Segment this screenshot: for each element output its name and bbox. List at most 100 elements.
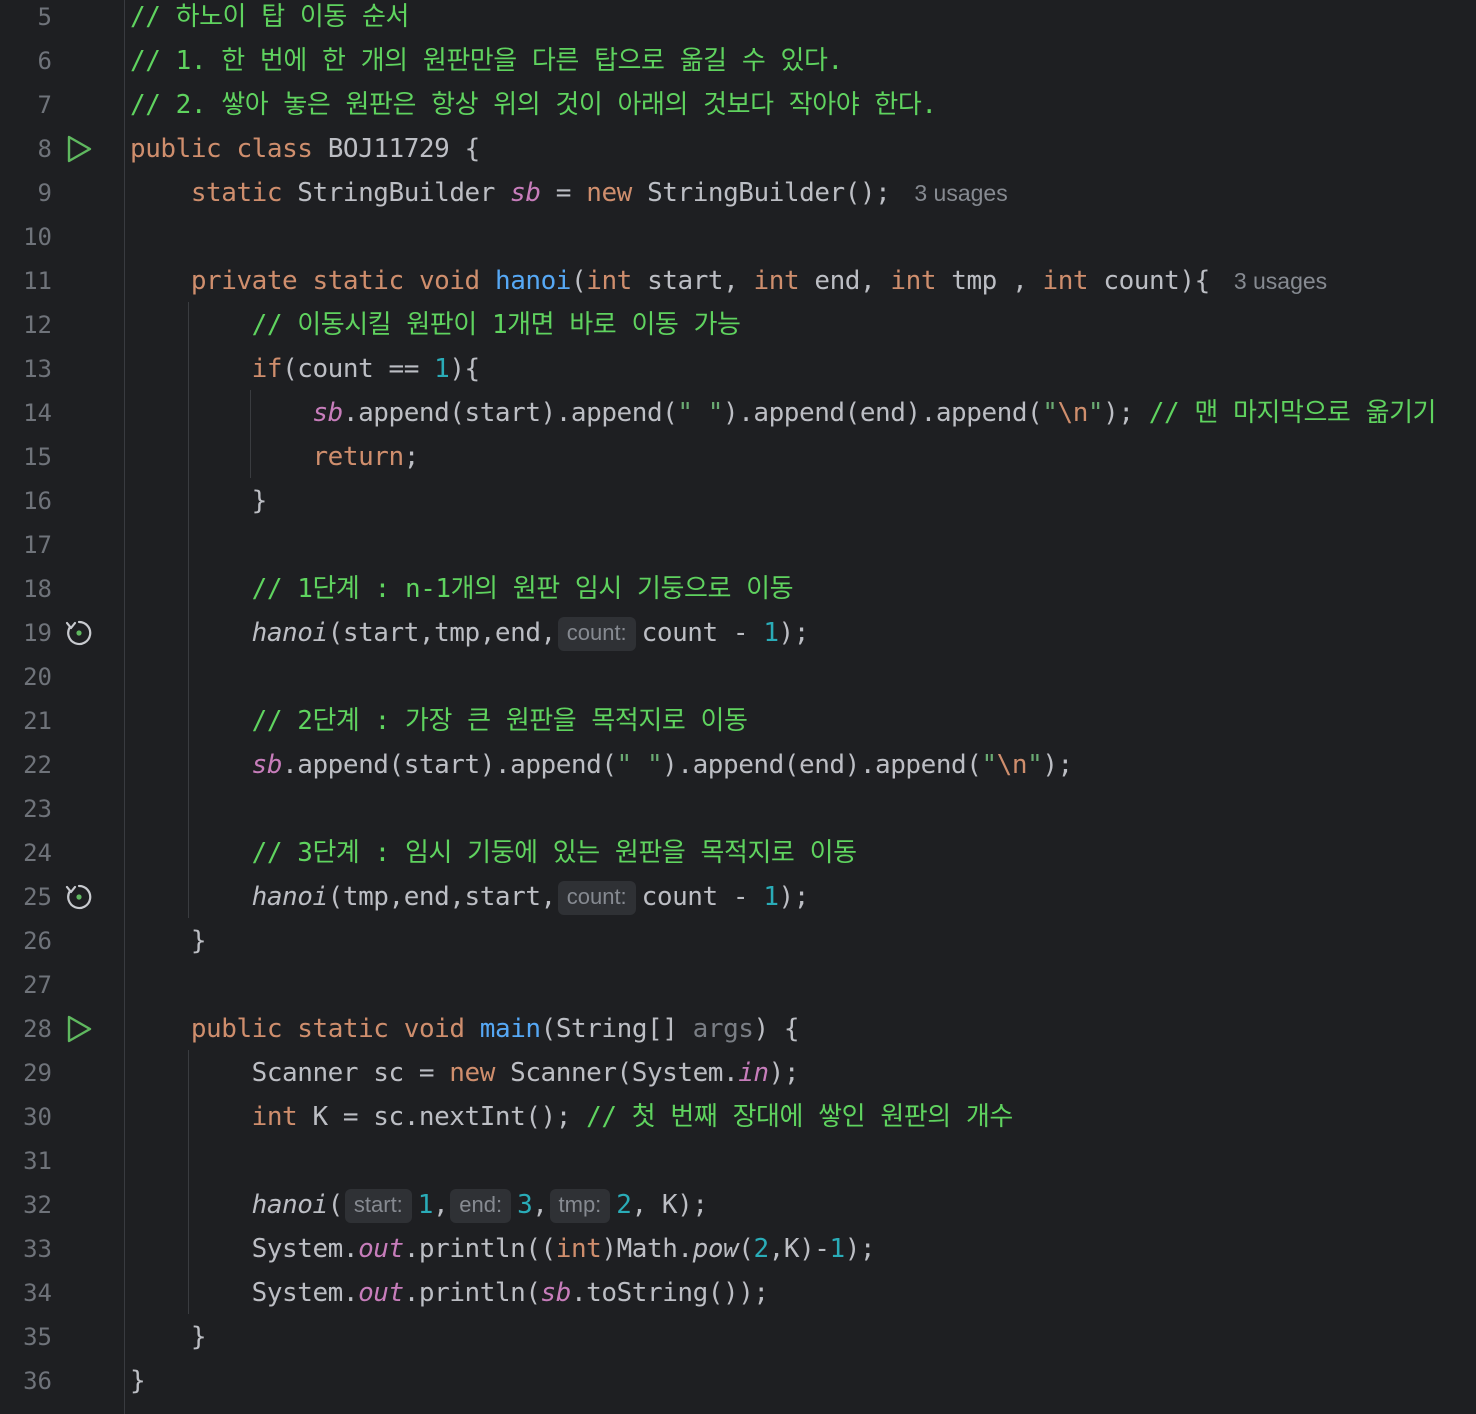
code-line-16: 16 } <box>0 479 1476 523</box>
method-chain: .append(start).append( <box>282 750 617 780</box>
parameter: args <box>692 1014 754 1044</box>
code-line-21: 21 // 2단계 : 가장 큰 원판을 목적지로 이동 <box>0 699 1476 743</box>
argument: ,K)- <box>768 1234 830 1264</box>
code-line-13: 13 if(count == 1){ <box>0 347 1476 391</box>
line-number: 25 <box>23 883 52 911</box>
parameter: count <box>1103 266 1180 296</box>
constructor-call: Scanner(System. <box>494 1058 739 1088</box>
punctuation: ); <box>768 1058 800 1088</box>
comment: // 2단계 : 가장 큰 원판을 목적지로 이동 <box>251 706 748 736</box>
line-number: 35 <box>23 1323 52 1351</box>
keyword: private <box>190 266 298 296</box>
line-number: 21 <box>23 707 52 735</box>
line-number: 27 <box>23 971 52 999</box>
string-literal: " " <box>677 398 723 428</box>
recursive-call-icon[interactable] <box>64 882 94 912</box>
usages-hint[interactable]: 3 usages <box>1234 268 1327 294</box>
comment: // 1. 한 번에 한 개의 원판만을 다른 탑으로 옮길 수 있다. <box>130 46 843 76</box>
line-number: 20 <box>23 663 52 691</box>
class-ref: System. <box>251 1234 359 1264</box>
line-number: 26 <box>23 927 52 955</box>
line-number: 34 <box>23 1279 52 1307</box>
number-literal: 1 <box>434 354 450 384</box>
usages-hint[interactable]: 3 usages <box>914 180 1007 206</box>
keyword: int <box>586 266 632 296</box>
method-chain: ).append(end).append( <box>722 398 1043 428</box>
run-icon[interactable] <box>64 134 94 164</box>
field-name: sb <box>540 1278 572 1308</box>
method-call: hanoi <box>251 1190 328 1220</box>
code-line-26: 26 } <box>0 919 1476 963</box>
line-number: 24 <box>23 839 52 867</box>
method-call: .println(( <box>403 1234 556 1264</box>
keyword: void <box>418 266 480 296</box>
line-number: 18 <box>23 575 52 603</box>
keyword: return <box>312 442 404 472</box>
method-name: main <box>479 1014 541 1044</box>
line-number: 10 <box>23 223 52 251</box>
keyword: static <box>312 266 404 296</box>
string-quote: " <box>1027 750 1043 780</box>
code-line-19: 19 hanoi(start,tmp,end, count: count - 1); <box>0 611 1476 655</box>
number-literal: 1 <box>417 1190 434 1220</box>
operator: = <box>555 178 572 208</box>
line-number: 13 <box>23 355 52 383</box>
parameter: start <box>647 266 724 296</box>
punctuation: ); <box>1103 398 1134 428</box>
comment: // 첫 번째 장대에 쌓인 원판의 개수 <box>586 1102 1013 1132</box>
punctuation: ; <box>403 442 420 472</box>
code-line-8: 8 public class BOJ11729 { <box>0 127 1476 171</box>
code-line-35: 35 } <box>0 1315 1476 1359</box>
argument: count - <box>641 618 764 648</box>
keyword: static <box>190 178 283 208</box>
line-number: 23 <box>23 795 52 823</box>
code-line-31: 31 <box>0 1139 1476 1183</box>
code-line-10: 10 <box>0 215 1476 259</box>
recursive-call-icon[interactable] <box>64 618 94 648</box>
code-line-6: 6 // 1. 한 번에 한 개의 원판만을 다른 탑으로 옮길 수 있다. <box>0 39 1476 83</box>
keyword: int <box>1042 266 1089 296</box>
parameter-hint: end: <box>450 1189 512 1223</box>
keyword: if <box>251 354 283 384</box>
escape-sequence: \n <box>996 750 1028 780</box>
method-name: hanoi <box>494 266 572 296</box>
keyword: int <box>251 1102 298 1132</box>
code-line-17: 17 <box>0 523 1476 567</box>
code-line-25: 25 hanoi(tmp,end,start, count: count - 1); <box>0 875 1476 919</box>
line-number: 28 <box>23 1015 52 1043</box>
punctuation: ); <box>778 618 810 648</box>
argument: count - <box>641 882 764 912</box>
keyword: new <box>586 178 632 208</box>
code-line-23: 23 <box>0 787 1476 831</box>
brace: } <box>130 1366 146 1396</box>
keyword: int <box>555 1234 602 1264</box>
brace: { <box>464 134 481 164</box>
parameter: tmp <box>951 266 997 296</box>
method-chain: .append(start).append( <box>342 398 678 428</box>
code-editor[interactable]: 5 // 하노이 탑 이동 순서 6 // 1. 한 번에 한 개의 원판만을 … <box>0 0 1476 1414</box>
parameter-type: (String[] <box>540 1014 693 1044</box>
brace: } <box>190 1322 207 1352</box>
brace: } <box>251 486 268 516</box>
comment: // 이동시킬 원판이 1개면 바로 이동 가능 <box>251 310 741 340</box>
code-line-30: 30 int K = sc.nextInt(); // 첫 번째 장대에 쌓인 … <box>0 1095 1476 1139</box>
keyword: public <box>130 134 222 164</box>
line-number: 9 <box>37 179 52 207</box>
punctuation: ); <box>1042 750 1073 780</box>
static-field: out <box>358 1234 404 1264</box>
line-number: 31 <box>23 1147 52 1175</box>
code-line-36: 36 } <box>0 1359 1476 1403</box>
method-call: pow <box>692 1234 739 1264</box>
punctuation: ( <box>327 1190 344 1220</box>
code-line-27: 27 <box>0 963 1476 1007</box>
arguments: (start,tmp,end, <box>327 618 557 648</box>
brace: } <box>190 926 207 956</box>
line-number: 15 <box>23 443 52 471</box>
code-line-12: 12 // 이동시킬 원판이 1개면 바로 이동 가능 <box>0 303 1476 347</box>
constructor-call: StringBuilder(); <box>647 178 891 208</box>
line-number: 29 <box>23 1059 52 1087</box>
run-icon[interactable] <box>64 1014 94 1044</box>
line-number: 22 <box>23 751 52 779</box>
string-quote: " <box>1042 398 1058 428</box>
method-call: .toString()); <box>570 1278 769 1308</box>
